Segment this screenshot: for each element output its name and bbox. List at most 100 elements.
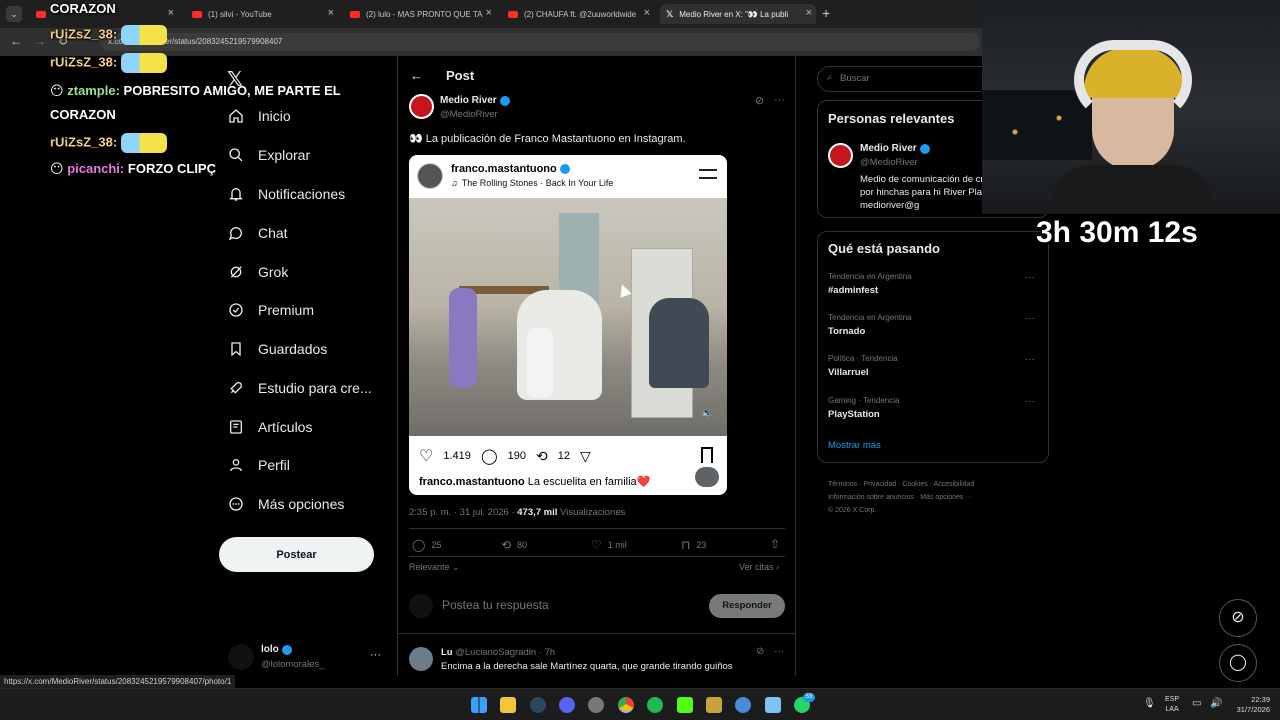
footer-link[interactable]: Términos xyxy=(828,481,857,488)
tab-2[interactable]: (2) lulo - MAS PRONTO QUE TA × xyxy=(344,4,496,24)
trend-category: Tendencia en Argentina xyxy=(828,272,912,281)
footer-link[interactable]: Privacidad xyxy=(863,481,896,488)
trend-item[interactable]: Gaming · Tendencia PlayStation ··· xyxy=(828,396,1043,420)
clock-date: 31/7/2026 xyxy=(1236,705,1270,714)
sort-dropdown[interactable]: Relevante ⌄ xyxy=(409,562,460,573)
search-input[interactable]: Buscar xyxy=(840,73,870,84)
trend-item[interactable]: Tendencia en Argentina Tornado ··· xyxy=(828,313,1043,337)
repost-icon: ⟲ xyxy=(536,447,548,464)
tab-menu-icon[interactable]: ⌄ xyxy=(6,6,22,22)
back-arrow-icon[interactable]: ← xyxy=(10,34,22,48)
reply-input[interactable]: Postea tu respuesta xyxy=(442,598,549,612)
show-more-link[interactable]: Mostrar más xyxy=(828,440,881,451)
trend-more-icon[interactable]: ··· xyxy=(1025,272,1035,283)
trending-card: Qué está pasando xyxy=(817,231,1049,463)
footer-link[interactable]: Cookies xyxy=(902,481,927,488)
chat-icon xyxy=(228,227,242,241)
sidebar-item-guardados[interactable]: Guardados xyxy=(228,336,327,362)
sidebar-item-grok[interactable]: Grok xyxy=(228,259,288,285)
ccleaner-icon[interactable] xyxy=(735,697,751,713)
sidebar-item-mas-opciones[interactable]: Más opciones xyxy=(228,491,344,517)
avatar[interactable] xyxy=(828,143,853,168)
volume-icon[interactable]: 🔊 xyxy=(1210,698,1222,709)
app-icon[interactable] xyxy=(706,697,722,713)
sidebar-item-premium[interactable]: Premium xyxy=(228,297,314,323)
close-icon[interactable]: × xyxy=(486,7,492,19)
trend-item[interactable]: Tendencia en Argentina #adminfest ··· xyxy=(828,272,1043,296)
post-meta: 2:35 p. m. · 31 jul. 2026 · 473,7 mil Vi… xyxy=(409,507,625,518)
language-indicator[interactable]: ESP LAA xyxy=(1165,695,1179,715)
kick-icon[interactable] xyxy=(677,697,693,713)
tab-label: (2) lulo - MAS PRONTO QUE TA xyxy=(366,9,483,19)
account-switcher[interactable]: lolo @lolomorales_ ··· xyxy=(228,644,388,676)
notepad-icon[interactable] xyxy=(765,697,781,713)
spotify-icon[interactable] xyxy=(647,697,663,713)
grok-icon[interactable]: ⊘ xyxy=(756,646,764,657)
sidebar-item-perfil[interactable]: Perfil xyxy=(228,452,290,478)
chat-user: picanchi: xyxy=(67,161,125,176)
url-field[interactable]: x.com/MedioRiver/status/2083245219579908… xyxy=(100,33,980,51)
author-name[interactable]: Medio River xyxy=(440,95,497,106)
trend-more-icon[interactable]: ··· xyxy=(1025,313,1035,324)
sidebar-item-inicio[interactable]: Inicio xyxy=(228,103,291,129)
close-icon[interactable]: × xyxy=(168,7,174,19)
account-more-icon[interactable]: ··· xyxy=(370,649,381,661)
trend-more-icon[interactable]: ··· xyxy=(1025,354,1035,365)
chrome-icon[interactable] xyxy=(618,697,634,713)
reply-author[interactable]: Lu xyxy=(441,647,453,658)
settings-icon[interactable] xyxy=(588,697,604,713)
close-icon[interactable]: × xyxy=(328,7,334,19)
forward-arrow-icon[interactable]: → xyxy=(34,34,46,48)
reply-action[interactable]: ◯ 25 xyxy=(412,538,441,552)
share-icon[interactable]: ⇧ xyxy=(770,537,780,551)
sidebar-item-notificaciones[interactable]: Notificaciones xyxy=(228,181,345,207)
close-icon[interactable]: × xyxy=(806,7,812,19)
post-more-icon[interactable]: ··· xyxy=(774,94,785,106)
network-icon[interactable]: ▭ xyxy=(1192,698,1201,709)
post-button[interactable]: Postear xyxy=(219,537,374,572)
trend-more-icon[interactable]: ··· xyxy=(1025,396,1035,407)
volume-icon[interactable]: 🔈 xyxy=(701,408,713,419)
new-tab-button[interactable]: + xyxy=(822,5,830,21)
sidebar-item-label: Chat xyxy=(258,225,288,241)
repost-action[interactable]: ⟲ 80 xyxy=(501,538,527,552)
footer-link[interactable]: Más opciones ··· xyxy=(920,494,972,501)
reply-more-icon[interactable]: ··· xyxy=(774,646,784,657)
chat-float-button[interactable]: ◯ xyxy=(1219,644,1257,682)
post-image[interactable]: franco.mastantuono ♫ The Rolling Stones … xyxy=(409,155,727,495)
clock[interactable]: 22:39 31/7/2026 xyxy=(1230,695,1270,715)
trend-item[interactable]: Política · Tendencia Villarruel ··· xyxy=(828,354,1043,378)
alt-badge-icon[interactable] xyxy=(695,467,719,487)
avatar[interactable] xyxy=(409,647,433,671)
back-arrow-icon[interactable]: ← xyxy=(410,68,423,83)
steam-icon[interactable] xyxy=(530,697,546,713)
author-handle[interactable]: @MedioRiver xyxy=(440,109,498,120)
microphone-icon[interactable]: 🎙 xyxy=(1143,698,1156,709)
avatar[interactable] xyxy=(409,94,434,119)
quotes-link[interactable]: Ver citas › xyxy=(739,562,779,572)
sidebar-item-chat[interactable]: Chat xyxy=(228,220,288,246)
sidebar-item-estudio[interactable]: Estudio para cre... xyxy=(228,375,372,401)
file-explorer-icon[interactable] xyxy=(500,697,516,713)
tab-1[interactable]: (1) silvi - YouTube × xyxy=(186,4,338,24)
reply-button[interactable]: Responder xyxy=(709,594,785,618)
grok-icon[interactable]: ⊘ xyxy=(755,94,764,107)
discord-icon[interactable] xyxy=(559,697,575,713)
tab-4-active[interactable]: 𝕏 Medio River en X: "👀 La publi × xyxy=(660,4,816,24)
youtube-icon xyxy=(350,10,360,18)
sidebar-item-explorar[interactable]: Explorar xyxy=(228,142,310,168)
bookmark-action[interactable]: ⊓ 23 xyxy=(681,538,706,552)
chat-text: POBRESITO AMIGO, ME PARTE EL xyxy=(123,83,341,98)
youtube-icon xyxy=(192,10,202,18)
relevant-name[interactable]: Medio River xyxy=(860,143,917,154)
repost-icon: ⟲ xyxy=(501,538,512,552)
like-action[interactable]: ♡ 1 mil xyxy=(591,538,627,552)
windows-start-icon[interactable] xyxy=(471,697,487,713)
close-icon[interactable]: × xyxy=(644,7,650,19)
tab-3[interactable]: (2) CHAUFA ft. @2uuworldwide × xyxy=(502,4,654,24)
person-girl xyxy=(449,288,477,388)
sidebar-item-articulos[interactable]: Artículos xyxy=(228,414,312,440)
footer-link[interactable]: Información sobre anuncios xyxy=(828,494,914,501)
grok-float-button[interactable]: ⊘ xyxy=(1219,599,1257,637)
footer-link[interactable]: Accesibilidad xyxy=(933,481,974,488)
